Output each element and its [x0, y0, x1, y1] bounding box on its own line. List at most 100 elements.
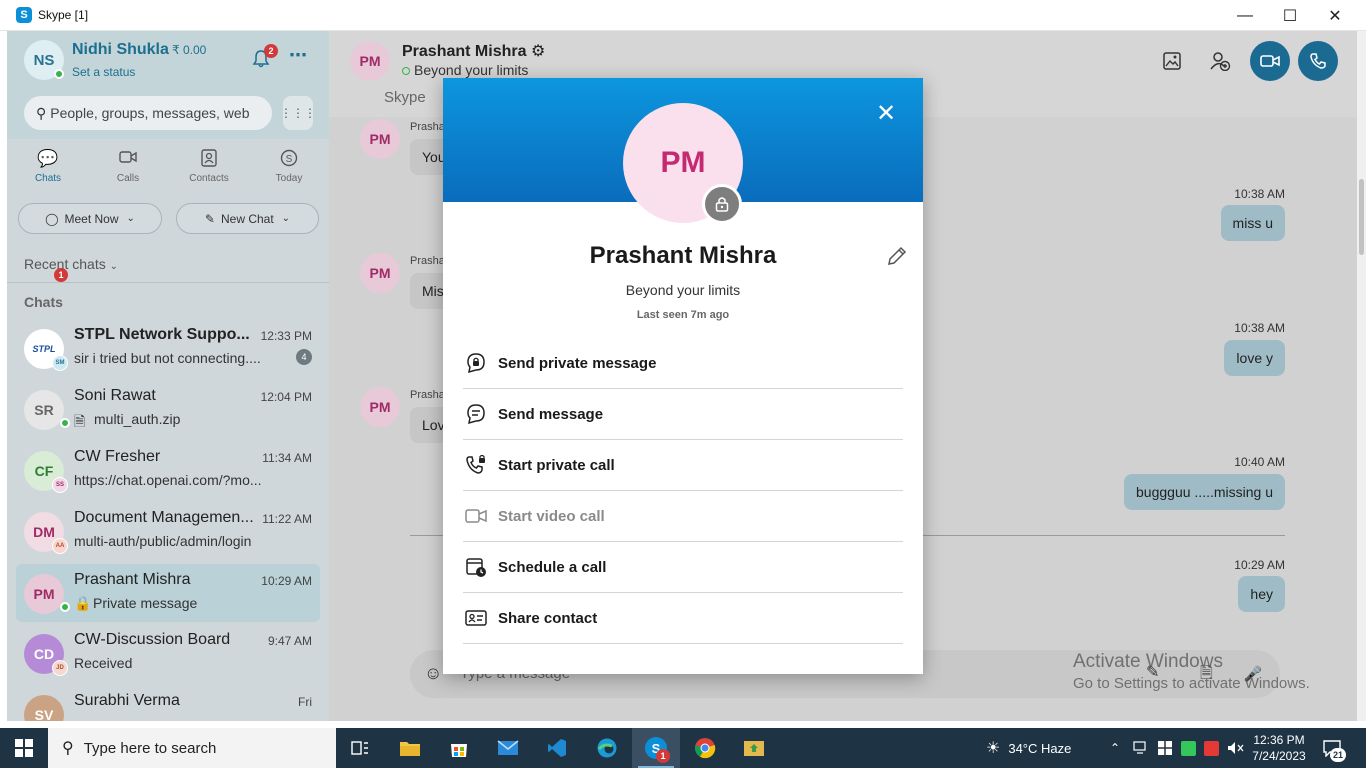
scrollbar-thumb[interactable]	[1359, 179, 1364, 255]
outgoing-message[interactable]: hey	[1238, 576, 1285, 612]
file-explorer-icon[interactable]	[386, 728, 434, 768]
profile-name: Prashant Mishra	[589, 242, 777, 269]
edit-pencil-icon[interactable]	[885, 244, 909, 268]
contact-name-text: Prashant Mishra	[402, 43, 527, 60]
svg-text:S: S	[286, 154, 293, 165]
tab-contacts[interactable]: Contacts	[174, 149, 244, 184]
message-time: 10:29 AM	[1234, 558, 1285, 572]
video-call-button[interactable]	[1250, 41, 1290, 81]
chat-name: Surabhi Verma	[74, 692, 180, 709]
tab-skype[interactable]: Skype	[384, 89, 426, 106]
tab-today[interactable]: S Today	[254, 149, 324, 184]
more-options-icon[interactable]: ⋯	[289, 45, 308, 66]
chat-time: 12:33 PM	[260, 329, 312, 343]
last-seen: Last seen 7m ago	[636, 309, 730, 321]
chat-name: CW-Discussion Board	[74, 631, 231, 648]
calendar-clock-icon	[464, 555, 488, 579]
chat-name: CW Fresher	[74, 448, 161, 465]
chat-time: 11:22 AM	[262, 512, 312, 526]
close-icon[interactable]: ✕	[871, 98, 901, 128]
mail-icon[interactable]	[484, 728, 532, 768]
my-name[interactable]: Nidhi Shukla	[72, 41, 169, 59]
minimize-button[interactable]: —	[1222, 0, 1268, 31]
tab-chats[interactable]: 💬 Chats	[13, 149, 83, 184]
gear-icon[interactable]: ⚙	[531, 43, 545, 60]
show-hidden-icons[interactable]: ⌃	[1110, 728, 1120, 768]
watermark-line1: Activate Windows	[1073, 651, 1223, 672]
tab-chats-label: Chats	[34, 173, 62, 184]
security-icon[interactable]	[1157, 728, 1173, 768]
new-chat-button[interactable]: ✎ New Chat ⌄	[176, 203, 319, 234]
chat-item-stpl[interactable]: STPL SM STPL Network Suppo... 12:33 PM s…	[16, 319, 320, 377]
sidebar: NS Nidhi Shukla ₹ 0.00 Set a status 2 ⋯ …	[7, 31, 329, 721]
emoji-icon[interactable]: ☺	[424, 663, 442, 684]
start-video-call-button[interactable]: Start video call	[463, 491, 903, 542]
task-view-icon[interactable]	[336, 728, 384, 768]
maximize-button[interactable]: ☐	[1267, 0, 1313, 31]
windows-start-icon[interactable]	[0, 728, 48, 768]
chat-time: 11:34 AM	[262, 451, 312, 465]
chats-section-label: Chats	[24, 294, 63, 310]
chat-preview: 🗎 multi_auth.zip	[74, 411, 180, 427]
chat-preview-text: multi_auth.zip	[94, 411, 181, 427]
file-icon: 🗎	[74, 413, 86, 427]
contact-status: Beyond your limits	[402, 62, 528, 78]
chat-item-cw-fresher[interactable]: CF SS CW Fresher 11:34 AM https://chat.o…	[16, 441, 320, 499]
start-private-call-button[interactable]: Start private call	[463, 440, 903, 491]
scrollbar[interactable]	[1357, 31, 1366, 721]
calls-icon	[93, 149, 163, 173]
anydesk-icon[interactable]	[1204, 728, 1219, 768]
chat-item-soni-rawat[interactable]: SR Soni Rawat 12:04 PM 🗎 multi_auth.zip	[16, 380, 320, 438]
mini-avatar: JD	[52, 660, 68, 676]
new-chat-icon: ✎	[204, 211, 215, 226]
tab-calls[interactable]: Calls	[93, 149, 163, 184]
dialpad-icon[interactable]: ⋮⋮⋮	[280, 96, 316, 130]
mini-avatar: SM	[52, 355, 68, 371]
skype-taskbar-icon[interactable]: S 1	[632, 728, 680, 768]
chevron-down-icon: ⌄	[126, 213, 135, 224]
send-message-button[interactable]: Send message	[463, 389, 903, 440]
presence-icon	[402, 67, 410, 75]
meet-now-button[interactable]: ◯ Meet Now ⌄	[18, 203, 162, 234]
set-status-link[interactable]: Set a status	[72, 65, 135, 79]
taskbar-search[interactable]: ⚲ Type here to search	[48, 728, 336, 768]
nav-tabs: 💬 Chats 1 Calls Contacts S Today	[7, 149, 329, 282]
skype-credit[interactable]: ₹ 0.00	[172, 43, 206, 57]
store-icon[interactable]	[435, 728, 483, 768]
chat-item-prashant-mishra[interactable]: PM Prashant Mishra 10:29 AM 🔒 Private me…	[16, 564, 320, 622]
share-contact-button[interactable]: Share contact	[463, 593, 903, 644]
chat-item-document-management[interactable]: DM AA Document Managemen... 11:22 AM mul…	[16, 502, 320, 560]
outgoing-message[interactable]: miss u	[1220, 205, 1285, 241]
lock-icon	[702, 184, 742, 224]
contact-avatar[interactable]: PM	[350, 41, 390, 81]
vscode-icon[interactable]	[533, 728, 581, 768]
weather-widget[interactable]: ☀ 34°C Haze	[986, 728, 1071, 768]
online-status-icon	[60, 418, 70, 428]
sender-avatar: PM	[360, 387, 400, 427]
schedule-call-button[interactable]: Schedule a call	[463, 542, 903, 593]
chat-item-surabhi-verma[interactable]: SV Surabhi Verma Fri	[16, 685, 320, 721]
whatsapp-icon[interactable]	[1181, 728, 1196, 768]
send-private-message-button[interactable]: Send private message	[463, 338, 903, 389]
app-icon[interactable]	[730, 728, 778, 768]
outgoing-message[interactable]: love y	[1224, 340, 1285, 376]
avatar: SR	[24, 390, 64, 430]
chrome-icon[interactable]	[681, 728, 729, 768]
close-window-button[interactable]: ✕	[1312, 0, 1358, 31]
activate-windows-watermark: Activate Windows Go to Settings to activ…	[1073, 651, 1310, 692]
gallery-icon[interactable]	[1154, 43, 1190, 79]
chevron-down-icon: ⌄	[281, 213, 291, 224]
contact-name[interactable]: Prashant Mishra ⚙	[402, 41, 545, 61]
network-icon[interactable]	[1133, 728, 1149, 768]
recent-chats-filter[interactable]: Recent chats ⌄	[24, 256, 118, 272]
edge-icon[interactable]	[583, 728, 631, 768]
window-title: Skype [1]	[38, 8, 89, 22]
add-people-icon[interactable]	[1202, 43, 1238, 79]
system-clock[interactable]: 12:36 PM 7/24/2023	[1250, 732, 1308, 764]
volume-muted-icon[interactable]	[1227, 728, 1245, 768]
outgoing-message[interactable]: buggguu .....missing u	[1124, 474, 1285, 510]
search-box[interactable]: ⚲ People, groups, messages, web	[24, 96, 272, 130]
audio-call-button[interactable]	[1298, 41, 1338, 81]
chat-item-cw-discussion-board[interactable]: CD JD CW-Discussion Board 9:47 AM Receiv…	[16, 624, 320, 682]
contacts-icon	[174, 149, 244, 173]
